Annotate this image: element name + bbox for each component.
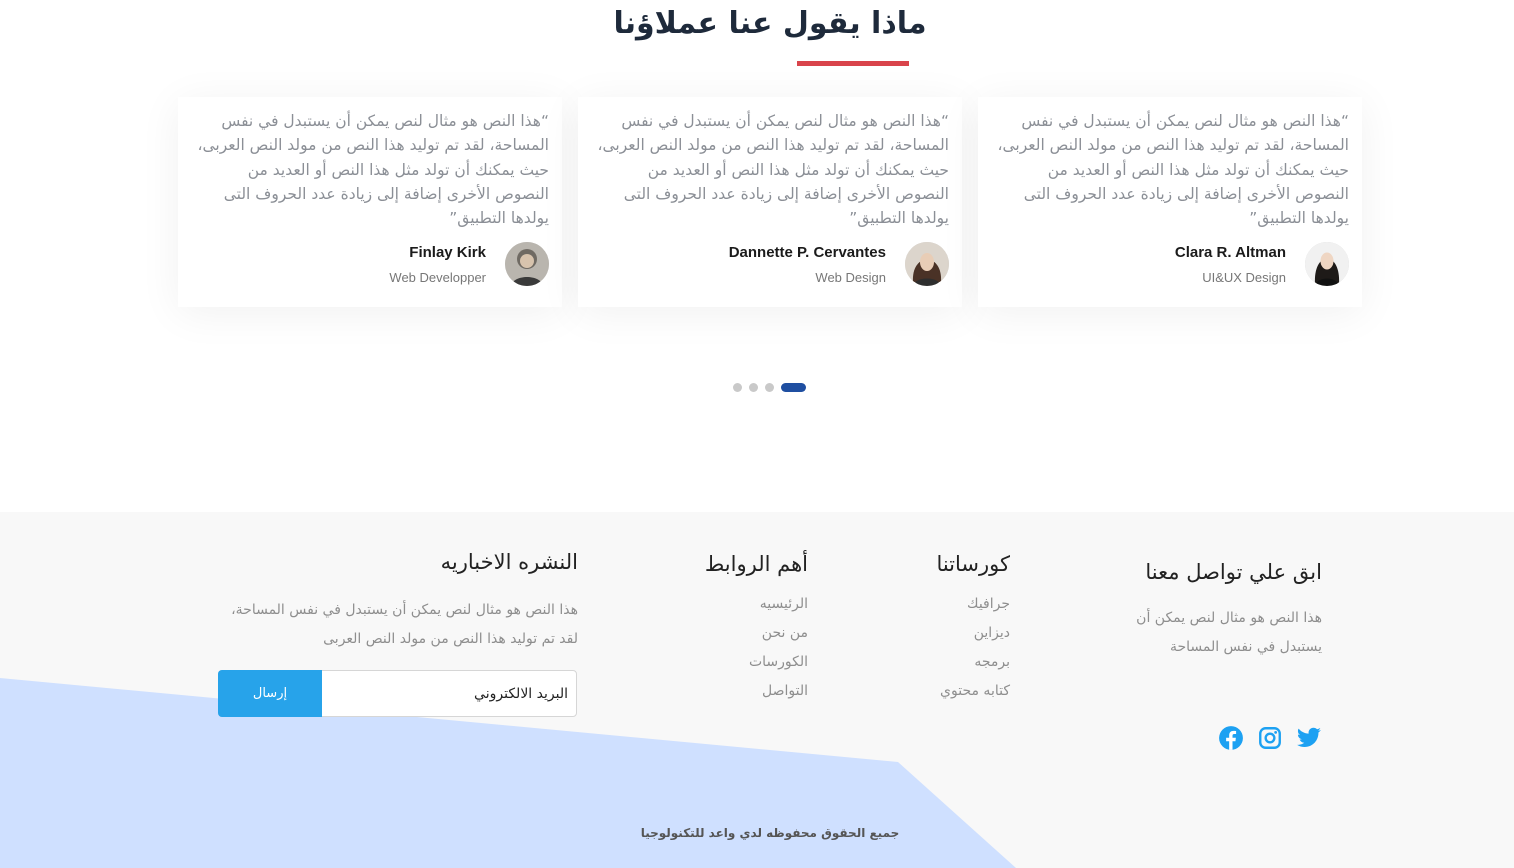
social-links	[1212, 725, 1322, 751]
footer-courses-heading: كورساتنا	[936, 552, 1010, 576]
footer-courses-column: كورساتنا جرافيك ديزاين برمجه كتابه محتوي	[890, 552, 1010, 706]
footer-link[interactable]: التواصل	[660, 677, 808, 706]
footer-links-column: أهم الروابط الرئيسيه من نحن الكورسات الت…	[660, 552, 808, 706]
footer-link[interactable]: الرئيسيه	[660, 590, 808, 619]
carousel-dot[interactable]	[765, 383, 774, 392]
instagram-icon[interactable]	[1257, 725, 1283, 751]
footer-link[interactable]: برمجه	[890, 648, 1010, 677]
testimonial-quote: “هذا النص هو مثال لنص يمكن أن يستبدل في …	[197, 112, 549, 228]
newsletter-form: إرسال	[218, 670, 577, 717]
carousel-dot-active[interactable]	[781, 383, 806, 392]
email-input[interactable]	[322, 671, 576, 716]
testimonial-name: Dannette P. Cervantes	[728, 244, 886, 261]
footer-newsletter-column: النشره الاخباريه هذا النص هو مثال لنص يم…	[214, 550, 578, 654]
twitter-icon[interactable]	[1296, 725, 1322, 751]
footer-contact-column: ابق علي تواصل معنا هذا النص هو مثال لنص …	[1098, 560, 1322, 750]
facebook-icon[interactable]	[1218, 725, 1244, 751]
footer-newsletter-text: هذا النص هو مثال لنص يمكن أن يستبدل في ن…	[231, 602, 578, 647]
footer-newsletter-heading: النشره الاخباريه	[440, 550, 578, 574]
footer: ابق علي تواصل معنا هذا النص هو مثال لنص …	[0, 512, 1514, 868]
title-underline	[797, 61, 909, 66]
footer-links-list: الرئيسيه من نحن الكورسات التواصل	[660, 590, 808, 706]
send-button[interactable]: إرسال	[218, 670, 322, 717]
man-avatar	[505, 242, 549, 286]
footer-link[interactable]: كتابه محتوي	[890, 677, 1010, 706]
testimonial-card: “هذا النص هو مثال لنص يمكن أن يستبدل في …	[178, 97, 562, 307]
footer-contact-heading: ابق علي تواصل معنا	[1145, 560, 1322, 584]
testimonial-quote: “هذا النص هو مثال لنص يمكن أن يستبدل في …	[997, 112, 1349, 228]
woman-avatar	[905, 242, 949, 286]
footer-link[interactable]: من نحن	[660, 619, 808, 648]
testimonial-quote: “هذا النص هو مثال لنص يمكن أن يستبدل في …	[597, 112, 949, 228]
footer-courses-list: جرافيك ديزاين برمجه كتابه محتوي	[890, 590, 1010, 706]
copyright-text: جميع الحقوق محفوظه لدي واعد للتكنولوجيا	[640, 826, 900, 840]
testimonial-role: Web Developper	[389, 270, 486, 285]
section-title: ماذا يقول عنا عملاؤنا	[613, 6, 927, 41]
woman-avatar	[1305, 242, 1349, 286]
footer-link[interactable]: الكورسات	[660, 648, 808, 677]
carousel-dot[interactable]	[749, 383, 758, 392]
page: ماذا يقول عنا عملاؤنا “هذا النص هو مثال …	[0, 0, 1514, 868]
testimonial-card: “هذا النص هو مثال لنص يمكن أن يستبدل في …	[978, 97, 1362, 307]
footer-links-heading: أهم الروابط	[704, 552, 808, 576]
testimonial-role: UI&UX Design	[1202, 270, 1286, 285]
footer-contact-text: هذا النص هو مثال لنص يمكن أن يستبدل في ن…	[1136, 610, 1322, 655]
carousel-dot[interactable]	[733, 383, 742, 392]
footer-link[interactable]: جرافيك	[890, 590, 1010, 619]
testimonial-name: Finlay Kirk	[409, 244, 486, 261]
footer-link[interactable]: ديزاين	[890, 619, 1010, 648]
testimonial-role: Web Design	[815, 270, 886, 285]
testimonial-card: “هذا النص هو مثال لنص يمكن أن يستبدل في …	[578, 97, 962, 307]
testimonial-name: Clara R. Altman	[1174, 244, 1286, 261]
